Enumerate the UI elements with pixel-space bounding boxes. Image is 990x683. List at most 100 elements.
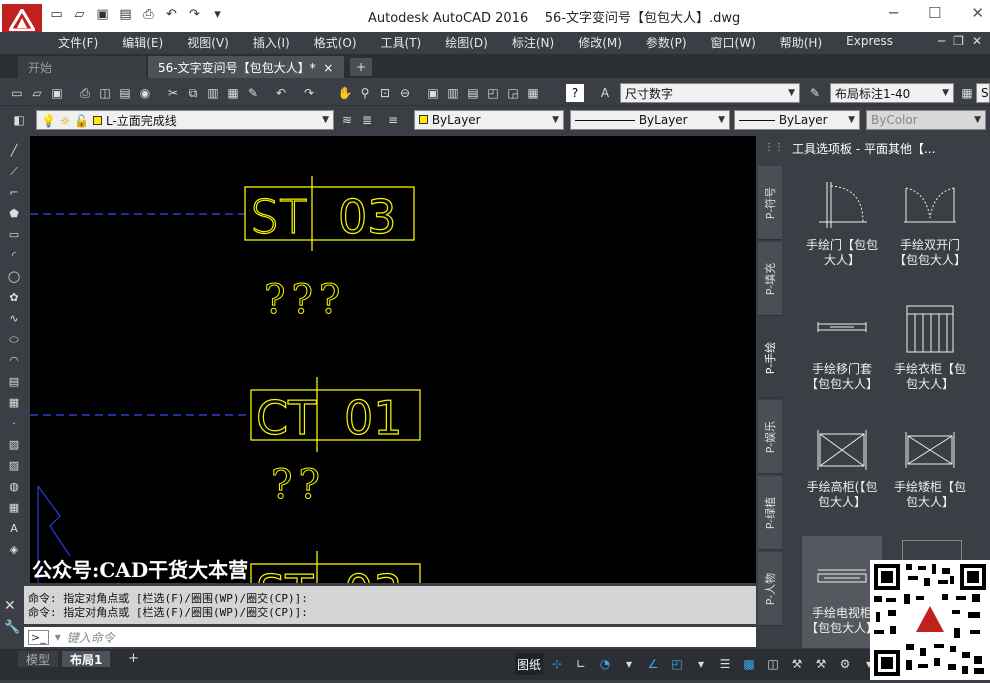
- linetype-select[interactable]: ByLayer ▼: [570, 110, 730, 130]
- palette-tab-plants[interactable]: P-绿植: [758, 476, 782, 550]
- sheet-set-icon[interactable]: ◰: [484, 84, 502, 102]
- text-style-icon[interactable]: A: [596, 84, 614, 102]
- palette-item-tall-cabinet[interactable]: 手绘高柜(【包包大人】: [802, 428, 882, 510]
- ellipse-icon[interactable]: ⬭: [5, 333, 23, 349]
- region-icon[interactable]: ◍: [5, 480, 23, 496]
- customize-qat-icon[interactable]: ▾: [209, 6, 226, 23]
- tab-model[interactable]: 模型: [18, 651, 59, 667]
- tab-start[interactable]: 开始: [18, 56, 146, 78]
- mtext-icon[interactable]: A: [5, 522, 23, 538]
- menu-window[interactable]: 窗口(W): [711, 32, 756, 52]
- menu-tools[interactable]: 工具(T): [381, 32, 422, 52]
- copy-icon[interactable]: ⧉: [184, 84, 202, 102]
- layer-state-icon[interactable]: ≡: [384, 111, 402, 129]
- object-snap-icon[interactable]: ◰: [667, 653, 687, 675]
- ortho-icon[interactable]: ∟: [571, 653, 591, 675]
- layer-previous-icon[interactable]: ≣: [358, 111, 376, 129]
- dim-style-select[interactable]: 尺寸数字 ▼: [620, 83, 800, 103]
- save-icon[interactable]: ▣: [94, 6, 111, 23]
- hatch-icon[interactable]: ▧: [5, 438, 23, 454]
- undo-icon[interactable]: ↶: [272, 84, 290, 102]
- menu-insert[interactable]: 插入(I): [253, 32, 290, 52]
- redo-icon[interactable]: ↷: [186, 6, 203, 23]
- workspace-gear-icon[interactable]: ⚙: [835, 653, 855, 675]
- undo-icon[interactable]: ↶: [163, 6, 180, 23]
- palette-item-wardrobe[interactable]: 手绘衣柜【包包大人】: [890, 302, 970, 392]
- command-input[interactable]: >_ ▾ 键入命令: [24, 627, 756, 647]
- polar-dropdown-icon[interactable]: ▾: [619, 653, 639, 675]
- table-style-icon[interactable]: ▦: [958, 84, 976, 102]
- gradient-icon[interactable]: ▨: [5, 459, 23, 475]
- doc-close-icon[interactable]: ✕: [972, 34, 982, 48]
- tab-layout1[interactable]: 布局1: [62, 651, 111, 667]
- new-tab-button[interactable]: +: [350, 58, 372, 76]
- paper-space-button[interactable]: 图纸: [515, 653, 544, 675]
- markup-icon[interactable]: ◲: [504, 84, 522, 102]
- menu-express[interactable]: Express: [846, 32, 893, 52]
- menu-modify[interactable]: 修改(M): [578, 32, 622, 52]
- palette-item-door[interactable]: 手绘门【包包大人】: [802, 178, 882, 268]
- zoom-realtime-icon[interactable]: ⚲: [356, 84, 374, 102]
- 3d-dwf-icon[interactable]: ◉: [136, 84, 154, 102]
- arc-icon[interactable]: ◜: [5, 249, 23, 265]
- palette-tab-people[interactable]: P-人物: [758, 552, 782, 626]
- pan-icon[interactable]: ✋: [336, 84, 354, 102]
- annotation-visibility-icon[interactable]: ⚒: [811, 653, 831, 675]
- rectangle-icon[interactable]: ▭: [5, 228, 23, 244]
- maximize-icon[interactable]: ☐: [928, 4, 941, 22]
- palette-grip-icon[interactable]: ⋮⋮: [764, 142, 784, 153]
- layer-manager-icon[interactable]: ◧: [10, 111, 28, 129]
- close-command-line-icon[interactable]: ✕: [4, 598, 16, 614]
- osnap-dropdown-icon[interactable]: ▾: [691, 653, 711, 675]
- bulb-icon[interactable]: 💡: [41, 114, 56, 128]
- table-style-select[interactable]: S: [976, 83, 990, 103]
- menu-dimension[interactable]: 标注(N): [512, 32, 554, 52]
- palette-item-sliding-door[interactable]: 手绘移门套【包包大人】: [802, 302, 882, 392]
- tab-close-icon[interactable]: ×: [323, 61, 333, 75]
- add-layout-button[interactable]: +: [120, 651, 147, 667]
- new-icon[interactable]: ▭: [8, 84, 26, 102]
- grid-snap-icon[interactable]: ⊹: [547, 653, 567, 675]
- color-select[interactable]: ByLayer ▼: [414, 110, 564, 130]
- calculator-icon[interactable]: ▦: [524, 84, 542, 102]
- minimize-icon[interactable]: ─: [889, 4, 898, 22]
- save-icon[interactable]: ▣: [48, 84, 66, 102]
- cut-icon[interactable]: ✂: [164, 84, 182, 102]
- layer-select[interactable]: 💡 ☼ 🔓 L-立面完成线 ▼: [36, 110, 334, 130]
- drawing-canvas[interactable]: ST 03 ??? CT 01 ?? ST 03: [30, 136, 756, 583]
- lock-icon[interactable]: 🔓: [74, 114, 89, 128]
- open-icon[interactable]: ▱: [28, 84, 46, 102]
- doc-minimize-icon[interactable]: ─: [938, 34, 945, 48]
- command-prompt-icon[interactable]: >_: [28, 629, 49, 645]
- transparency-icon[interactable]: ▩: [739, 653, 759, 675]
- menu-draw[interactable]: 绘图(D): [445, 32, 488, 52]
- palette-tab-symbols[interactable]: P-符号: [758, 166, 782, 240]
- tool-palettes-icon[interactable]: ▤: [464, 84, 482, 102]
- match-properties-icon[interactable]: ✎: [244, 84, 262, 102]
- print-icon[interactable]: ⎙: [140, 6, 157, 23]
- annotation-scale-icon[interactable]: ⚒: [787, 653, 807, 675]
- tab-current-drawing[interactable]: 56-文字变问号【包包大人】* ×: [148, 56, 344, 78]
- design-center-icon[interactable]: ▥: [444, 84, 462, 102]
- paste-special-icon[interactable]: ▦: [224, 84, 242, 102]
- make-block-icon[interactable]: ▦: [5, 396, 23, 412]
- menu-file[interactable]: 文件(F): [58, 32, 98, 52]
- point-icon[interactable]: ·: [5, 417, 23, 433]
- lineweight-icon[interactable]: ☰: [715, 653, 735, 675]
- dim-style-manager-icon[interactable]: ✎: [806, 84, 824, 102]
- menu-parameter[interactable]: 参数(P): [646, 32, 687, 52]
- lineweight-select[interactable]: ByLayer ▼: [734, 110, 860, 130]
- make-current-icon[interactable]: ≋: [338, 111, 356, 129]
- save-as-icon[interactable]: ▤: [117, 6, 134, 23]
- spline-icon[interactable]: ∿: [5, 312, 23, 328]
- properties-icon[interactable]: ▣: [424, 84, 442, 102]
- selection-cycling-icon[interactable]: ◫: [763, 653, 783, 675]
- plot-preview-icon[interactable]: ◫: [96, 84, 114, 102]
- menu-view[interactable]: 视图(V): [187, 32, 229, 52]
- menu-format[interactable]: 格式(O): [314, 32, 357, 52]
- layout-dim-select[interactable]: 布局标注1-40 ▼: [830, 83, 954, 103]
- zoom-previous-icon[interactable]: ⊖: [396, 84, 414, 102]
- doc-restore-icon[interactable]: ❐: [953, 34, 964, 48]
- menu-help[interactable]: 帮助(H): [780, 32, 822, 52]
- plotstyle-select[interactable]: ByColor ▼: [866, 110, 986, 130]
